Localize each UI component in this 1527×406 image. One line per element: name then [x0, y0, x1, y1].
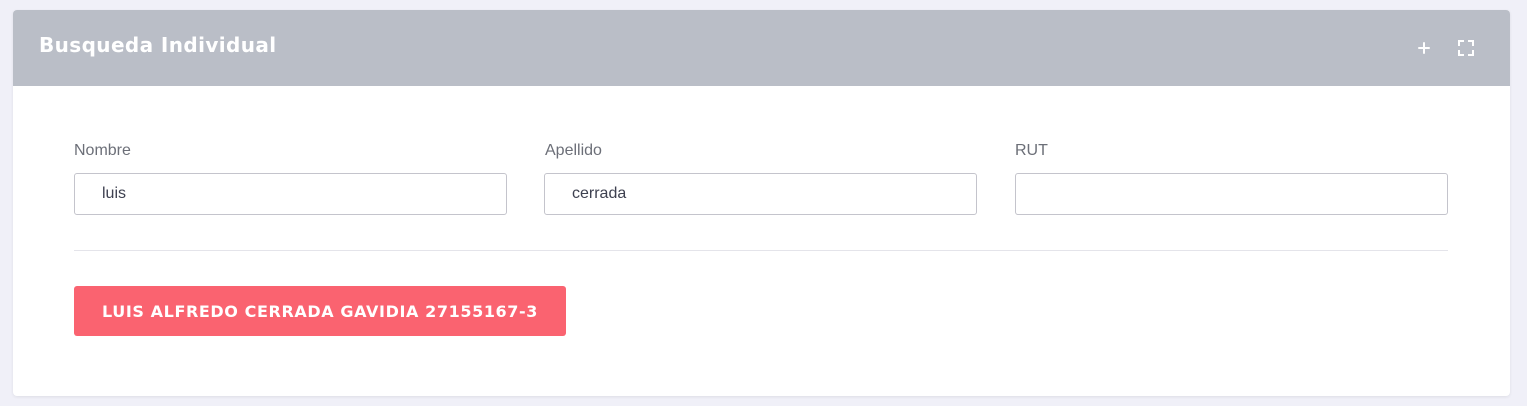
search-panel: Busqueda Individual Nombre Apellido RUT …: [13, 10, 1510, 396]
rut-input[interactable]: [1015, 173, 1448, 215]
nombre-input[interactable]: [74, 173, 507, 215]
apellido-input[interactable]: [544, 173, 977, 215]
panel-title: Busqueda Individual: [39, 33, 277, 57]
plus-icon[interactable]: [1413, 37, 1435, 59]
fullscreen-icon[interactable]: [1455, 37, 1477, 59]
nombre-label: Nombre: [74, 142, 131, 159]
divider: [74, 250, 1448, 251]
apellido-label: Apellido: [545, 142, 602, 159]
result-button[interactable]: LUIS ALFREDO CERRADA GAVIDIA 27155167-3: [74, 286, 566, 336]
panel-header: Busqueda Individual: [13, 10, 1510, 86]
rut-label: RUT: [1015, 142, 1048, 159]
